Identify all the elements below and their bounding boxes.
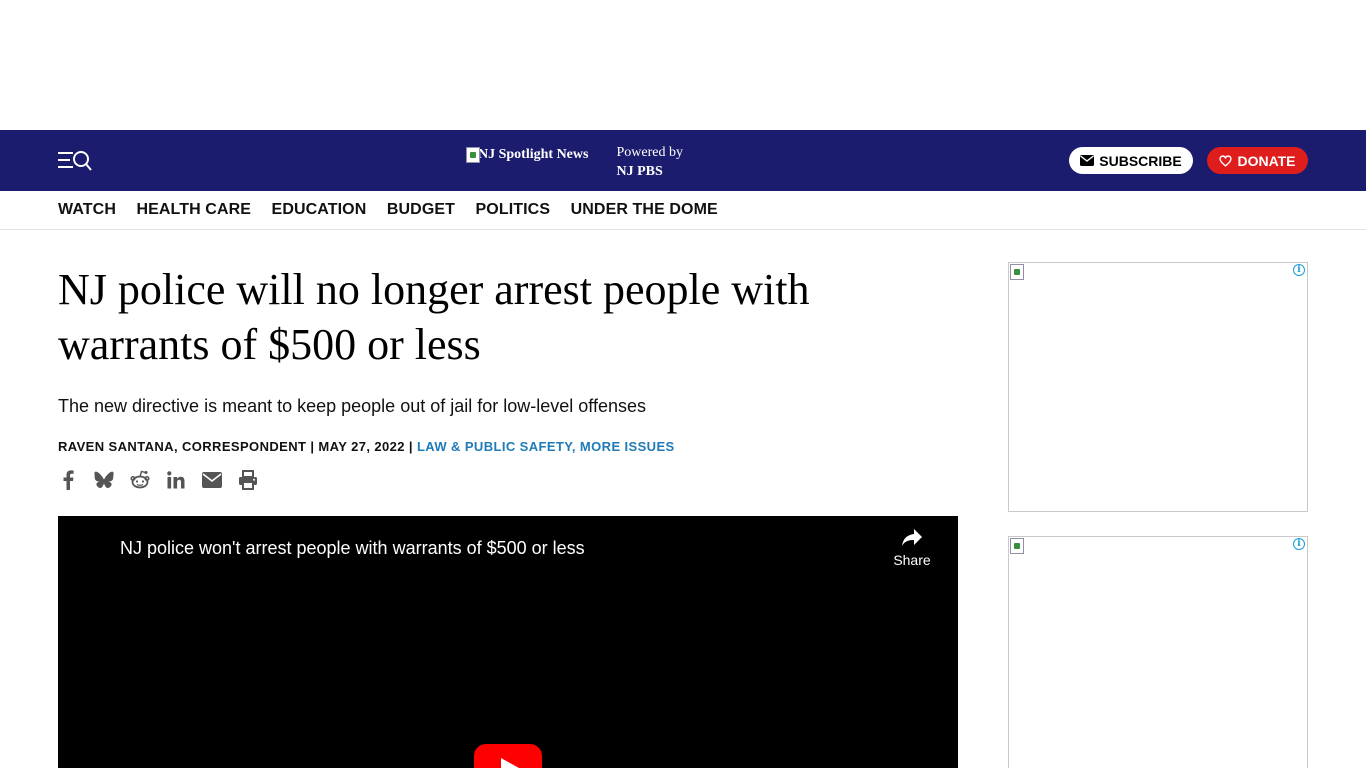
byline-separator: | — [306, 439, 319, 454]
subscribe-label: SUBSCRIBE — [1099, 152, 1182, 169]
site-logo[interactable]: NJ Spotlight News — [466, 147, 588, 163]
powered-by-label: Powered by — [616, 145, 683, 160]
article-headline: NJ police will no longer arrest people w… — [58, 265, 810, 369]
video-player[interactable]: NJ police won't arrest people with warra… — [58, 516, 958, 768]
byline-separator: | — [404, 439, 417, 454]
youtube-play-icon[interactable] — [474, 744, 542, 768]
article-main: NJ police will no longer arrest people w… — [58, 262, 958, 490]
share-row — [58, 470, 958, 490]
menu-search-icon[interactable] — [57, 148, 93, 174]
adchoices-icon[interactable]: i — [1293, 264, 1305, 276]
broken-image-icon — [1010, 538, 1024, 554]
linkedin-icon[interactable] — [166, 470, 186, 490]
heart-icon — [1219, 154, 1233, 167]
share-arrow-icon — [902, 529, 922, 546]
section-nav: WATCH HEALTH CARE EDUCATION BUDGET POLIT… — [0, 191, 1366, 230]
adchoices-icon[interactable]: i — [1293, 538, 1305, 550]
article-subhead: The new directive is meant to keep peopl… — [58, 396, 646, 416]
nav-item-politics[interactable]: POLITICS — [476, 201, 551, 219]
donate-label: DONATE — [1237, 152, 1296, 169]
video-share-button[interactable]: Share — [886, 528, 938, 578]
article-byline: RAVEN SANTANA, CORRESPONDENT | MAY 27, 2… — [58, 439, 958, 454]
byline-date: MAY 27, 2022 — [318, 439, 405, 454]
bluesky-icon[interactable] — [94, 470, 114, 490]
nav-item-under-the-dome[interactable]: UNDER THE DOME — [571, 201, 718, 219]
broken-image-icon — [466, 147, 480, 163]
nav-item-education[interactable]: EDUCATION — [272, 201, 367, 219]
nav-item-budget[interactable]: BUDGET — [387, 201, 455, 219]
reddit-icon[interactable] — [130, 470, 150, 490]
byline-author: RAVEN SANTANA, CORRESPONDENT — [58, 439, 307, 454]
nav-item-health-care[interactable]: HEALTH CARE — [136, 201, 251, 219]
logo-alt-text: NJ Spotlight News — [478, 147, 589, 162]
donate-button[interactable]: DONATE — [1207, 147, 1308, 174]
byline-category-link[interactable]: LAW & PUBLIC SAFETY, MORE ISSUES — [417, 439, 675, 454]
video-share-label: Share — [893, 552, 931, 568]
envelope-icon — [1080, 155, 1095, 166]
subscribe-button[interactable]: SUBSCRIBE — [1069, 147, 1193, 174]
sidebar-ad-1[interactable]: i — [1008, 262, 1308, 512]
powered-by-name: NJ PBS — [616, 164, 663, 179]
top-ad-space — [0, 0, 1366, 130]
print-icon[interactable] — [238, 470, 258, 490]
email-icon[interactable] — [202, 470, 222, 490]
sidebar-ad-2[interactable]: i — [1008, 536, 1308, 768]
nav-item-watch[interactable]: WATCH — [58, 201, 116, 219]
site-header: NJ Spotlight News Powered by NJ PBS SUBS… — [0, 130, 1366, 191]
powered-by: Powered by NJ PBS — [616, 143, 683, 181]
broken-image-icon — [1010, 264, 1024, 280]
logo-area[interactable]: NJ Spotlight News Powered by NJ PBS — [466, 145, 683, 179]
facebook-icon[interactable] — [58, 470, 78, 490]
video-title[interactable]: NJ police won't arrest people with warra… — [120, 538, 585, 559]
